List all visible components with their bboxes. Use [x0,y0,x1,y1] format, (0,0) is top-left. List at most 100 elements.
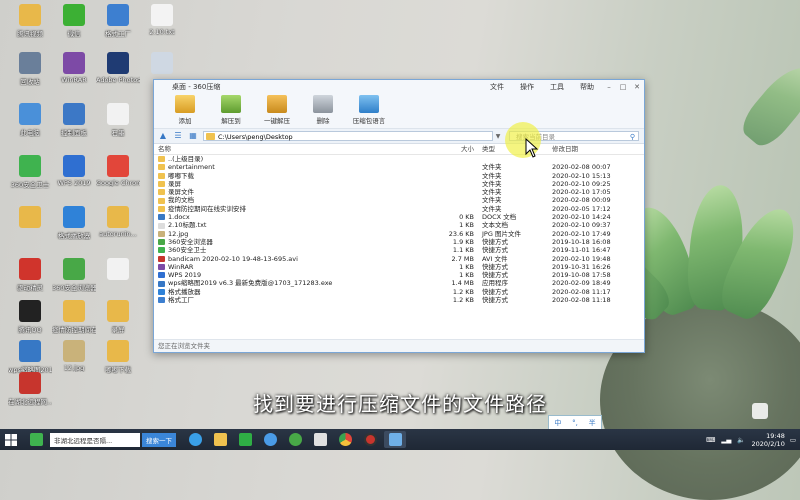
desktop-icon[interactable]: WinRAR [52,52,96,84]
file-row[interactable]: 12.jpg 23.6 KB JPG 图片文件 2020-02-10 17:49 [154,230,644,238]
taskbar-store[interactable] [234,431,256,448]
add-button[interactable]: 添加 [162,95,208,128]
search-icon[interactable]: ⚲ [630,132,635,142]
menu-tools[interactable]: 工具 [542,82,572,92]
maximize-icon[interactable]: □ [616,83,630,91]
desktop-icon[interactable]: 微信 [52,4,96,38]
file-row[interactable]: 格式播放器 1.2 KB 快捷方式 2020-02-08 11:17 [154,288,644,296]
window-titlebar[interactable]: 桌面 - 360压缩 文件 操作 工具 帮助 – □ ✕ [154,80,644,93]
desktop-icon[interactable]: 12.jpg [52,340,96,372]
file-row[interactable]: 360安全浏览器 1.9 KB 快捷方式 2019-10-18 16:08 [154,238,644,246]
file-type-icon [158,181,165,188]
desktop-icon[interactable]: 疫情防控期间在线实训... [52,300,96,334]
column-date[interactable]: 修改日期 [546,144,642,154]
menu-operate[interactable]: 操作 [512,82,542,92]
close-icon[interactable]: ✕ [630,83,644,91]
file-row[interactable]: entertainment 文件夹 2020-02-08 00:07 [154,163,644,171]
file-row[interactable]: 录屏文件 文件夹 2020-02-10 17:05 [154,188,644,196]
ime-language[interactable]: 中 [554,418,561,428]
menu-help[interactable]: 帮助 [572,82,602,92]
file-name-cell: 360安全浏览器 [154,238,409,246]
file-date: 2020-02-10 09:25 [552,179,611,188]
ime-toolbar[interactable]: 中 °, 半 [548,415,602,430]
detail-view-icon[interactable]: ▦ [187,131,199,141]
minimize-icon[interactable]: – [602,83,616,91]
status-text: 您正在浏览文件夹 [158,342,210,350]
desktop-icon[interactable]: 录屏 [96,300,140,334]
ime-punctuation[interactable]: °, [572,419,578,427]
chevron-down-icon[interactable]: ▼ [493,133,503,140]
desktop-icon[interactable]: 回收站 [8,52,52,86]
file-row[interactable]: 360安全卫士 1.1 KB 快捷方式 2019-11-01 16:47 [154,246,644,254]
desktop-icon[interactable] [140,52,184,76]
desktop-icon[interactable]: 驱动精灵 [8,258,52,292]
desktop-icon[interactable]: wps缩略图2019 v6.3... [8,340,52,374]
taskbar-360-browser[interactable] [284,431,306,448]
archive-window[interactable]: 桌面 - 360压缩 文件 操作 工具 帮助 – □ ✕ 添加 解压到 一键解压… [153,79,645,353]
column-size[interactable]: 大小 [409,144,474,154]
volume-icon[interactable]: 🔈 [737,436,745,444]
start-button[interactable] [0,431,22,448]
floating-tray-icon[interactable] [752,403,768,419]
file-row[interactable]: 格式工厂 1.2 KB 快捷方式 2020-02-08 11:18 [154,296,644,304]
desktop-icon[interactable]: 石墨 [96,103,140,137]
taskbar-bandicam[interactable] [359,431,381,448]
file-row[interactable]: 2.10标题.txt 1 KB 文本文档 2020-02-10 09:37 [154,221,644,229]
desktop-icon[interactable]: 腾讯QQ [8,300,52,334]
desktop-icon[interactable]: 嘟嘟下载 [96,340,140,374]
file-type: 文件夹 [482,196,502,205]
notification-icon[interactable]: ▭ [790,436,796,444]
file-row[interactable]: 嘟嘟下载 文件夹 2020-02-10 15:13 [154,172,644,180]
list-view-icon[interactable]: ☰ [172,131,184,141]
file-row[interactable]: 1.docx 0 KB DOCX 文档 2020-02-10 14:24 [154,213,644,221]
desktop-icon[interactable]: 腾讯视频 [8,4,52,38]
desktop-icon[interactable]: 360安全卫士 [8,155,52,189]
desktop-icon[interactable] [96,258,140,282]
desktop-icon[interactable]: 360安全浏览器 [52,258,96,292]
clock[interactable]: 19:48 2020/2/10 [752,432,785,448]
desktop-icon[interactable] [8,206,52,230]
menu-file[interactable]: 文件 [482,82,512,92]
desktop-icon[interactable]: 此电脑 [8,103,52,137]
keyboard-icon[interactable]: ⌨ [706,436,715,444]
app-360-icon [29,433,43,446]
desktop-icon[interactable]: autorunin... [96,206,140,238]
taskbar-baidu[interactable] [259,431,281,448]
ie-icon [188,433,202,446]
taskbar-360zip[interactable] [384,431,406,448]
network-icon[interactable]: ▂▄ [721,436,731,444]
extract-to-button[interactable]: 解压到 [208,95,254,128]
taskbar-search-input[interactable]: 非湖北远程是否隔... [50,432,140,447]
file-type-icon [158,239,165,246]
taskbar-explorer[interactable] [209,431,231,448]
up-folder-icon[interactable]: ▲ [157,131,169,141]
delete-button[interactable]: 删除 [300,95,346,128]
desktop-app-icon [63,340,85,362]
desktop-icon[interactable]: 格式播放器 [52,206,96,240]
desktop-icon[interactable]: Adobe Photosho... [96,52,140,84]
desktop-icon[interactable]: Google Chrome [96,155,140,187]
file-row[interactable]: WPS 2019 1 KB 快捷方式 2019-10-08 17:58 [154,271,644,279]
taskbar-search-button[interactable]: 搜索一下 [142,432,176,447]
file-row[interactable]: ..(上级目录) [154,155,644,163]
path-input[interactable]: C:\Users\peng\Desktop [203,131,493,141]
file-row[interactable]: wps缩略图2019 v6.3 最新免费版@1703_171283.exe 1.4… [154,279,644,287]
desktop-app-icon [63,4,85,26]
taskbar-wps[interactable] [309,431,331,448]
column-name[interactable]: 名称 [154,144,409,154]
one-click-extract-button[interactable]: 一键解压 [254,95,300,128]
taskbar-ie[interactable] [184,431,206,448]
taskbar-chrome[interactable] [334,431,356,448]
taskbar-app-360[interactable] [25,431,47,448]
archive-comment-button[interactable]: 压缩包语言 [346,95,392,128]
file-row[interactable]: 录屏 文件夹 2020-02-10 09:25 [154,180,644,188]
ime-width[interactable]: 半 [589,418,596,428]
desktop-icon[interactable]: 格式工厂 [96,4,140,38]
file-row[interactable]: bandicam 2020-02-10 19-48-13-695.avi 2.7 … [154,255,644,263]
file-row[interactable]: WinRAR 1 KB 快捷方式 2019-10-31 16:26 [154,263,644,271]
file-row[interactable]: 疫情防控期间在线实训安排 文件夹 2020-02-05 17:12 [154,205,644,213]
desktop-icon[interactable]: WPS 2019 [52,155,96,187]
file-row[interactable]: 我的文档 文件夹 2020-02-08 00:09 [154,196,644,204]
desktop-icon[interactable]: 控制面板 [52,103,96,137]
desktop-icon[interactable]: 2.10.txt [140,4,184,36]
